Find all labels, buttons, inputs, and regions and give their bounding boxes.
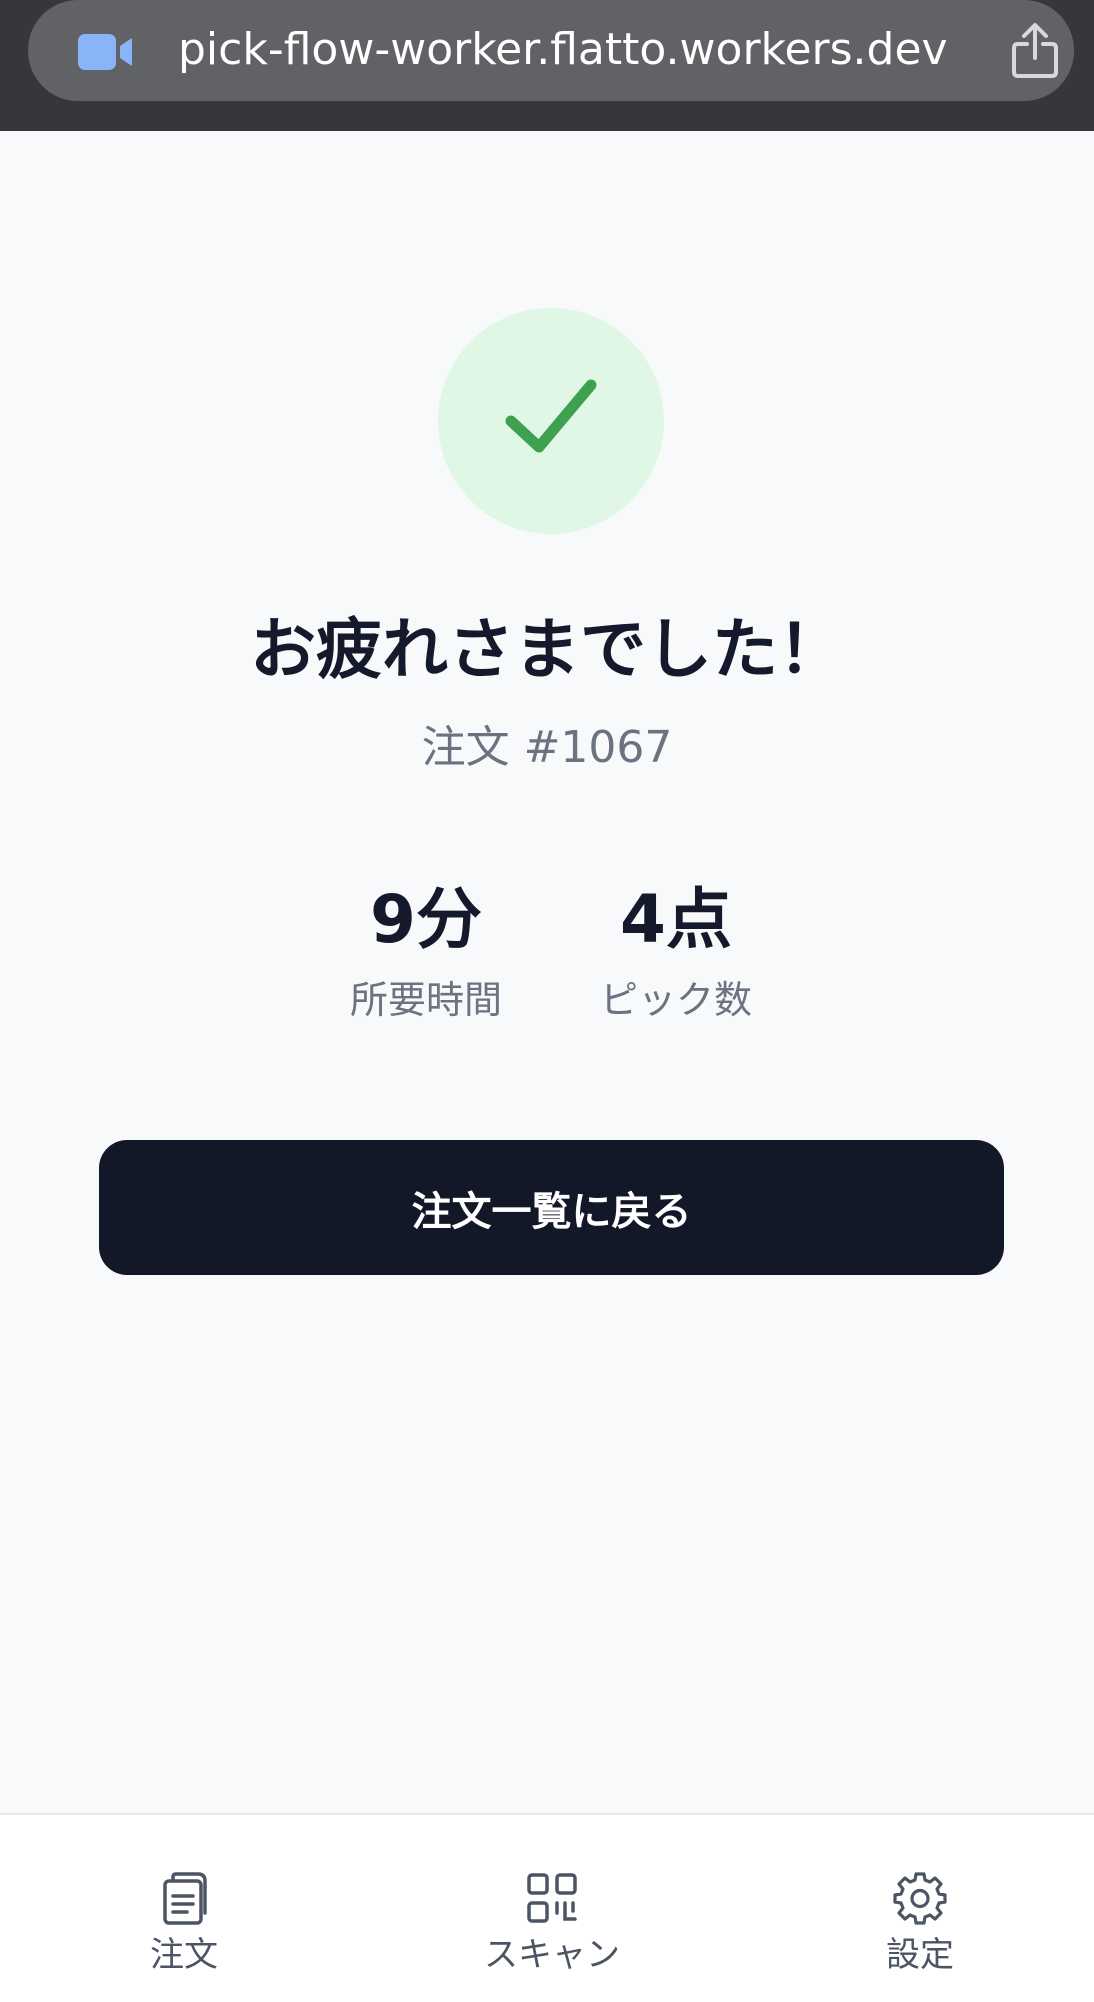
success-badge (438, 308, 664, 534)
stat-value: 9分 (370, 881, 482, 958)
completion-title: お疲れさまでした！ (250, 611, 844, 688)
stat-value: 4点 (620, 881, 732, 958)
back-to-orders-button[interactable]: 注文一覧に戻る (99, 1140, 1004, 1275)
browser-toolbar: pick-flow-worker.flatto.workers.dev (0, 0, 1094, 131)
stat-pick-count: 4点 ピック数 (566, 876, 786, 1028)
nav-label: 設定 (886, 1935, 954, 1975)
video-camera-icon[interactable] (76, 32, 136, 72)
clipboard-list-icon (163, 1872, 207, 1925)
order-number: 注文 #1067 (421, 722, 673, 773)
stat-label: 所要時間 (349, 978, 502, 1022)
nav-label: スキャン (484, 1935, 620, 1975)
nav-item-scan[interactable]: スキャン (452, 1869, 652, 1977)
nav-item-orders[interactable]: 注文 (84, 1869, 284, 1977)
qr-code-icon (527, 1873, 577, 1923)
nav-item-settings[interactable]: 設定 (820, 1869, 1020, 1977)
bottom-navigation: 注文 スキャン 設定 (0, 1813, 1094, 2002)
stat-label: ピック数 (599, 978, 752, 1022)
share-icon[interactable] (1010, 22, 1060, 80)
address-bar[interactable]: pick-flow-worker.flatto.workers.dev (28, 0, 1074, 101)
stat-elapsed-time: 9分 所要時間 (316, 876, 536, 1028)
gear-icon (893, 1872, 947, 1925)
checkmark-icon (505, 379, 597, 453)
nav-label: 注文 (150, 1935, 218, 1975)
url-text[interactable]: pick-flow-worker.flatto.workers.dev (178, 18, 948, 82)
